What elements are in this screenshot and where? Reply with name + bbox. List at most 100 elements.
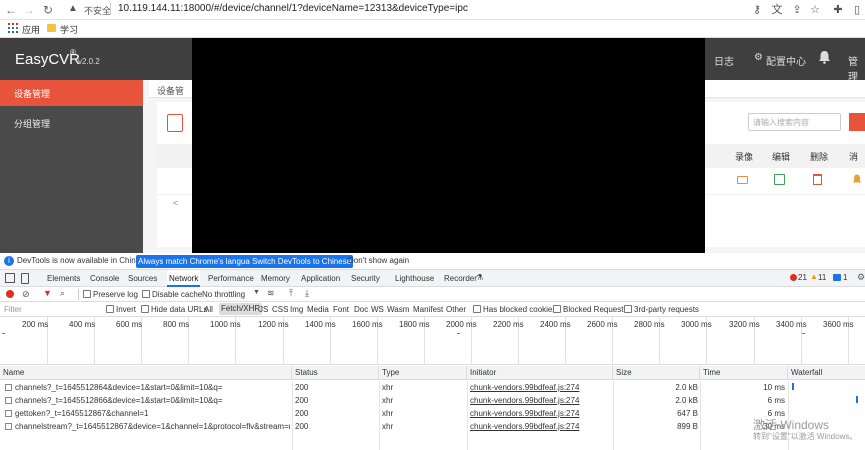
table-row[interactable]: channelstream?_t=1645512867&device=1&cha… xyxy=(0,420,865,433)
filter-ws[interactable]: WS xyxy=(371,305,384,314)
key-icon[interactable]: ⚷ xyxy=(750,3,764,17)
download-icon[interactable]: ⤓ xyxy=(305,288,309,299)
request-initiator[interactable]: chunk-vendors.99bdfeaf.js:274 xyxy=(470,407,610,420)
tab-performance[interactable]: Performance xyxy=(208,270,254,287)
request-initiator[interactable]: chunk-vendors.99bdfeaf.js:274 xyxy=(470,394,610,407)
filter-wasm[interactable]: Wasm xyxy=(387,305,409,314)
switch-chinese-button[interactable]: Switch DevTools to Chinese xyxy=(250,255,354,268)
request-status: 200 xyxy=(295,383,309,392)
network-conditions-icon[interactable]: ≋ xyxy=(267,288,275,299)
bookmark-study[interactable]: 学习 xyxy=(60,23,78,36)
upload-icon[interactable]: ⤒ xyxy=(289,288,293,299)
sidebar-icon[interactable]: ▯ xyxy=(850,3,864,17)
warning-icon[interactable]: ▲ xyxy=(68,3,78,14)
table-row[interactable]: channels?_t=1645512864&device=1&start=0&… xyxy=(0,381,865,394)
sidebar-item-group[interactable]: 分组管理 xyxy=(0,110,143,136)
blocked-requests-checkbox[interactable] xyxy=(553,305,561,313)
request-initiator[interactable]: chunk-vendors.99bdfeaf.js:274 xyxy=(470,420,610,433)
table-row[interactable]: channels?_t=1645512866&device=1&start=0&… xyxy=(0,394,865,407)
col-waterfall[interactable]: Waterfall xyxy=(788,366,865,380)
config-center-link[interactable]: 配置中心 xyxy=(766,53,806,68)
star-icon[interactable]: ☆ xyxy=(808,3,822,17)
admin-menu[interactable]: 管理 xyxy=(848,53,865,83)
extensions-icon[interactable]: ✚ xyxy=(831,3,845,17)
back-icon[interactable]: ← xyxy=(4,3,18,17)
disable-cache-checkbox[interactable] xyxy=(142,290,150,298)
filter-js[interactable]: JS xyxy=(259,305,268,314)
filter-img[interactable]: Img xyxy=(290,305,303,314)
record-icon[interactable] xyxy=(737,176,748,184)
dont-show-button[interactable]: Don't show again xyxy=(348,256,409,265)
request-name: gettoken?_t=1645512867&channel=1 xyxy=(15,409,149,418)
search-icon[interactable]: ⌕ xyxy=(60,288,65,299)
timeline-overview[interactable]: 200 ms 400 ms 600 ms 800 ms 1000 ms 1200 ms 14… xyxy=(0,317,865,365)
tab-recorder[interactable]: Recorder xyxy=(444,270,477,287)
reload-icon[interactable]: ↻ xyxy=(41,3,55,17)
tab-elements[interactable]: Elements xyxy=(47,270,80,287)
invert-checkbox[interactable] xyxy=(106,305,114,313)
throttle-select[interactable]: No throttling xyxy=(202,290,245,299)
sidebar-item-device[interactable]: 设备管理 xyxy=(0,80,143,106)
filter-media[interactable]: Media xyxy=(307,305,329,314)
preserve-log-checkbox[interactable] xyxy=(83,290,91,298)
video-player[interactable] xyxy=(192,38,705,253)
bookmark-apps[interactable]: 应用 xyxy=(22,23,40,36)
request-size: 2.0 kB xyxy=(675,396,698,405)
security-label[interactable]: 不安全 xyxy=(84,4,111,17)
filter-other[interactable]: Other xyxy=(446,305,466,314)
tab-network[interactable]: Network xyxy=(167,270,201,287)
translate-icon[interactable]: 文 xyxy=(770,3,784,17)
header-log-link[interactable]: 日志 xyxy=(714,53,734,68)
settings-gear-icon[interactable]: ⚙ xyxy=(857,272,865,283)
clear-icon[interactable]: ⊘ xyxy=(22,289,30,300)
filter-all[interactable]: All xyxy=(204,305,213,314)
filter-css[interactable]: CSS xyxy=(272,305,288,314)
filter-icon[interactable]: ▼ xyxy=(43,288,52,298)
pager-prev[interactable]: < xyxy=(173,198,178,208)
inspect-icon[interactable] xyxy=(5,273,15,283)
col-status[interactable]: Status xyxy=(292,366,379,380)
table-row[interactable]: gettoken?_t=1645512867&channel=1 200 xhr ch… xyxy=(0,407,865,420)
col-edit: 编辑 xyxy=(772,152,791,162)
url-field[interactable]: 10.119.144.11:18000/#/device/channel/1?d… xyxy=(118,3,468,14)
request-initiator[interactable]: chunk-vendors.99bdfeaf.js:274 xyxy=(470,381,610,394)
tab-sources[interactable]: Sources xyxy=(128,270,157,287)
record-stop-icon[interactable] xyxy=(6,290,14,298)
timeline-tick-label: 2400 ms xyxy=(540,320,571,329)
tab-lighthouse[interactable]: Lighthouse xyxy=(395,270,434,287)
match-language-button[interactable]: Always match Chrome's language xyxy=(136,255,261,268)
filter-doc[interactable]: Doc xyxy=(354,305,368,314)
tab-application[interactable]: Application xyxy=(301,270,340,287)
tab-security[interactable]: Security xyxy=(351,270,380,287)
apps-grid-icon[interactable] xyxy=(8,23,18,33)
col-name[interactable]: Name xyxy=(0,366,292,380)
tab-console[interactable]: Console xyxy=(90,270,119,287)
trash-icon[interactable] xyxy=(813,174,822,185)
col-type[interactable]: Type xyxy=(379,366,467,380)
share-icon[interactable]: ⇪ xyxy=(790,3,804,17)
filter-font[interactable]: Font xyxy=(333,305,349,314)
bell-alert-icon[interactable] xyxy=(852,174,862,185)
chevron-down-icon: ▼ xyxy=(253,289,260,296)
warning-count[interactable]: 11 xyxy=(818,273,826,282)
filter-manifest[interactable]: Manifest xyxy=(413,305,443,314)
message-count[interactable]: 1 xyxy=(843,273,847,282)
device-toolbar-icon[interactable] xyxy=(21,273,29,284)
filter-fetch-xhr[interactable]: Fetch/XHR xyxy=(219,303,263,315)
edit-icon[interactable] xyxy=(774,174,785,185)
add-button[interactable] xyxy=(167,114,183,132)
col-time[interactable]: Time xyxy=(700,366,788,380)
third-party-label: 3rd-party requests xyxy=(634,305,699,314)
sidebar-item-label: 分组管理 xyxy=(14,119,51,129)
bell-icon[interactable] xyxy=(818,50,831,64)
blocked-cookies-checkbox[interactable] xyxy=(473,305,481,313)
col-message: 消 xyxy=(849,152,859,162)
col-size[interactable]: Size xyxy=(613,366,700,380)
hide-data-urls-checkbox[interactable] xyxy=(141,305,149,313)
forward-icon[interactable]: → xyxy=(22,3,36,17)
third-party-checkbox[interactable] xyxy=(624,305,632,313)
search-button[interactable] xyxy=(849,113,865,131)
col-initiator[interactable]: Initiator xyxy=(467,366,613,380)
error-count[interactable]: 21 xyxy=(798,273,807,282)
tab-memory[interactable]: Memory xyxy=(261,270,290,287)
